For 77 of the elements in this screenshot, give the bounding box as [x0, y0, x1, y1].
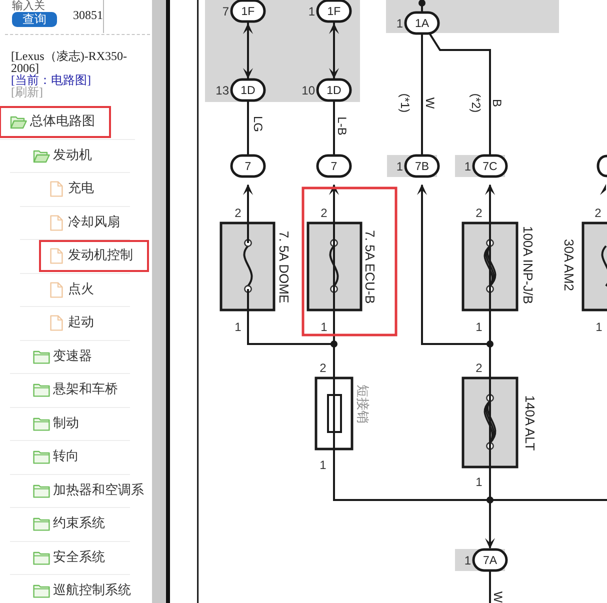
pin-number: 2 [476, 361, 482, 375]
tree-item[interactable]: 点火 [50, 282, 94, 298]
pin-number: 1 [234, 320, 242, 334]
pin-number: 1 [320, 320, 328, 334]
pin-number: 7 [222, 4, 229, 18]
wire [329, 22, 339, 79]
document-icon [50, 282, 63, 298]
pin-number: 1 [396, 16, 403, 30]
connector-node: 7 [230, 154, 266, 178]
connector-node: 1F [230, 0, 266, 23]
tree-item[interactable]: 加热器和空调系 [33, 482, 144, 499]
wire [243, 22, 253, 79]
wire-label: W [423, 97, 437, 109]
tree-item[interactable]: 制动 [33, 416, 79, 432]
tree-item[interactable]: 起动 [50, 315, 94, 332]
fuse-label: 30A AM2 [562, 238, 576, 292]
fuse-label: 7. 5A ECU-B [362, 230, 378, 304]
connector-node: 7C [472, 154, 508, 178]
fuse-label: 140A ALT [522, 395, 538, 451]
pin-number: 13 [216, 84, 229, 98]
tree-item[interactable]: 冷却风扇 [50, 214, 120, 231]
wire [489, 571, 491, 603]
wire [418, 0, 426, 13]
document-icon [50, 315, 63, 332]
document-icon [50, 248, 63, 264]
pin-number: 1 [476, 320, 482, 334]
fuse-label: 短接销 [356, 384, 370, 424]
pin-number: 2 [320, 361, 326, 375]
splitter-bar[interactable] [152, 0, 166, 603]
fuse-label: 100A INP-J/B [520, 226, 536, 304]
arrowhead-icon [600, 184, 606, 195]
pin-number: 2 [476, 206, 482, 220]
wire-label: W [491, 591, 505, 603]
pin-number: 1 [476, 475, 482, 489]
wire-label: B [490, 99, 504, 107]
document-icon [50, 181, 63, 198]
pin-number: 10 [302, 84, 315, 98]
connector-node: 1D [316, 78, 352, 102]
current-page-link[interactable]: [当前：电路图] [11, 73, 91, 87]
connector-node: 1D [230, 78, 266, 102]
pin-number: 1 [396, 160, 403, 174]
pin-number: 2 [234, 206, 242, 220]
pin-number: 1 [320, 458, 326, 472]
vehicle-title: [Lexus（凌志)-RX350-2006] [11, 50, 128, 74]
wire-label: LG [251, 116, 265, 132]
tree-item[interactable]: 悬架和车桥 [33, 382, 118, 398]
fuse-label: 7. 5A DOME [276, 230, 292, 304]
pin-number: 1 [464, 160, 471, 174]
wire [333, 101, 335, 156]
wire-label: (*1) [398, 93, 412, 113]
pin-number: 1 [464, 554, 471, 568]
pin-number: 2 [594, 206, 602, 220]
connector-node: 1A [404, 11, 440, 35]
connector-node [596, 154, 607, 178]
tree-item[interactable]: 转向 [33, 449, 79, 466]
connector-node: 7 [316, 154, 352, 178]
result-code: 30851 [73, 9, 103, 22]
tree-item[interactable]: 变速器 [33, 348, 92, 365]
search-label: 输入关 [12, 0, 46, 12]
tree-item[interactable]: 发动机 [33, 148, 92, 164]
pin-number: 1 [308, 4, 315, 18]
pin-number: 1 [596, 320, 602, 334]
tree-item[interactable]: 发动机控制 [50, 248, 133, 264]
wire-label: (*2) [469, 93, 483, 113]
connector-node: 7A [472, 548, 508, 572]
tree-item[interactable]: 巡航控制系统 [33, 583, 131, 600]
tree-item[interactable]: 安全系统 [33, 550, 105, 566]
tree-item[interactable]: 总体电路图 [10, 114, 95, 130]
connector-node: 1F [316, 0, 352, 23]
connector-node: 7B [404, 154, 440, 178]
pin-number: 2 [320, 206, 328, 220]
tree-item[interactable]: 约束系统 [33, 516, 105, 532]
query-button[interactable]: 查询 [12, 12, 57, 27]
wire [247, 101, 249, 156]
document-icon [50, 214, 63, 231]
tree-item[interactable]: 充电 [50, 181, 94, 198]
wire-label: L-B [335, 116, 349, 136]
